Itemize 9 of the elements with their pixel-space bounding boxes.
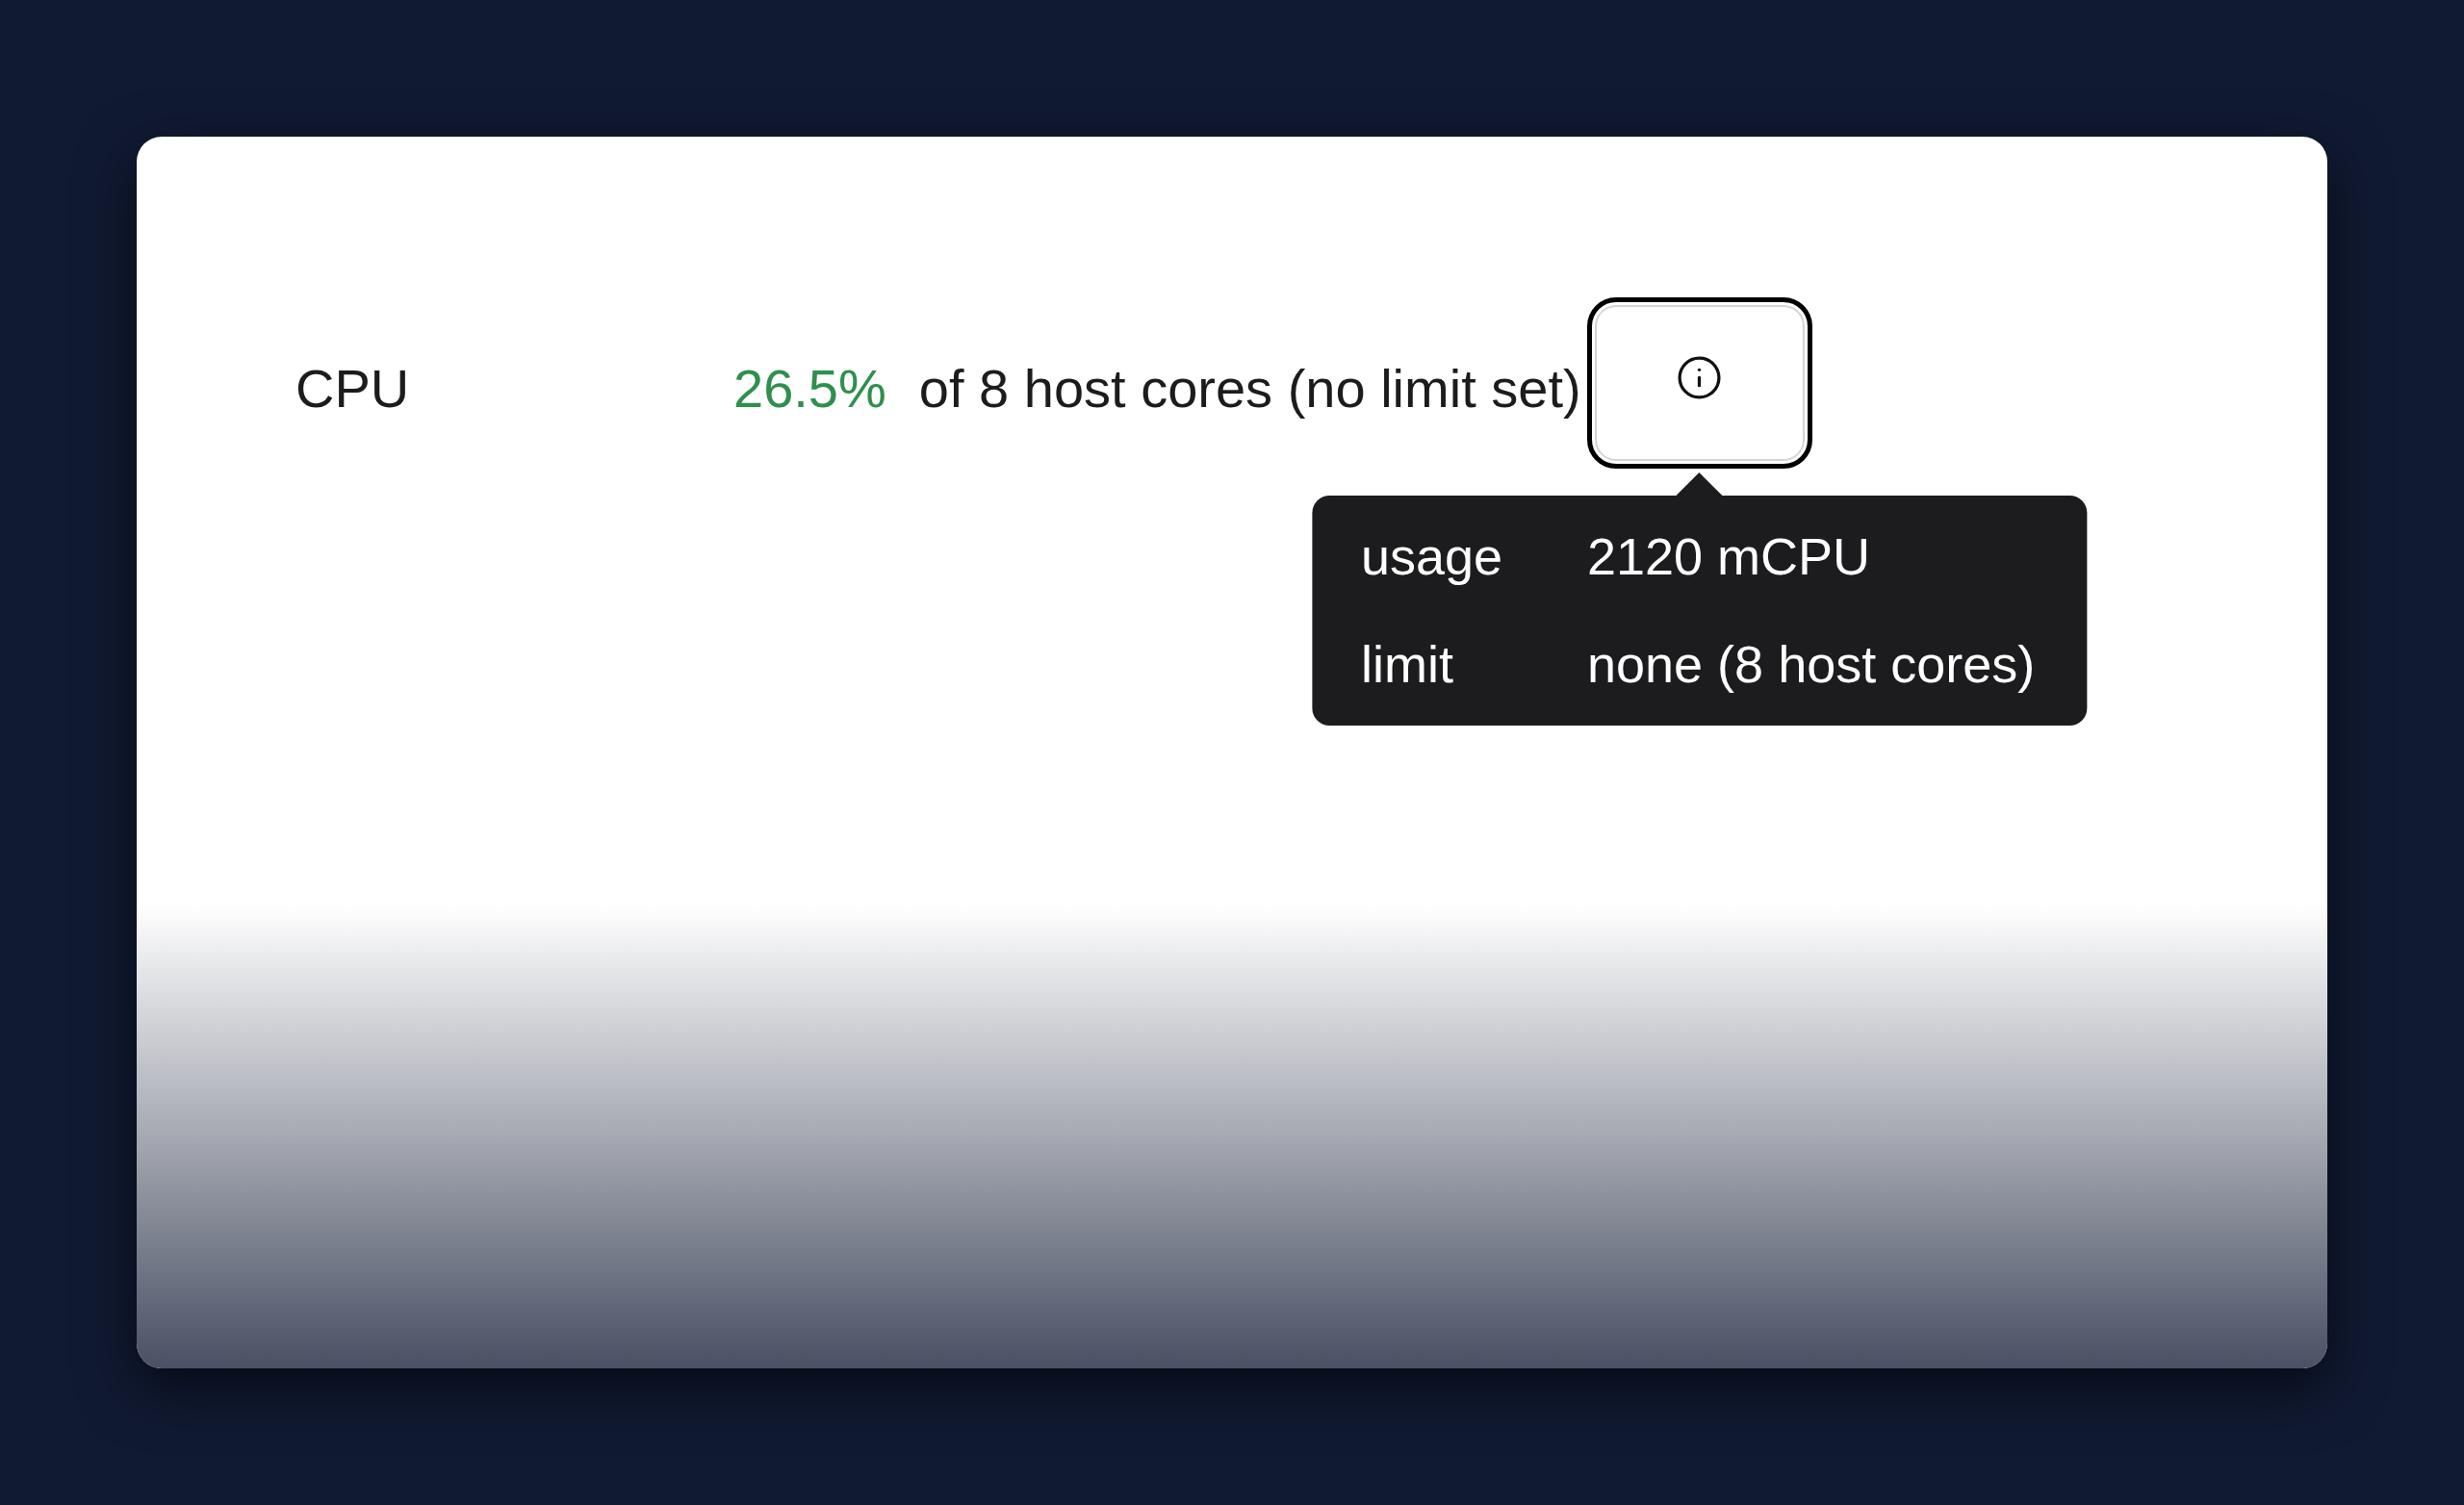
tooltip-value: none (8 host cores) bbox=[1587, 634, 2036, 695]
metric-value: 26.5% bbox=[733, 357, 886, 421]
metric-detail: of 8 host cores (no limit set) bbox=[918, 357, 1581, 421]
info-button[interactable] bbox=[1586, 297, 1812, 469]
info-icon bbox=[1676, 353, 1724, 401]
tooltip-label: limit bbox=[1361, 634, 1454, 695]
metric-label: CPU bbox=[295, 357, 411, 421]
tooltip-value: 2120 mCPU bbox=[1587, 526, 1872, 587]
tooltip-label: usage bbox=[1361, 526, 1504, 587]
